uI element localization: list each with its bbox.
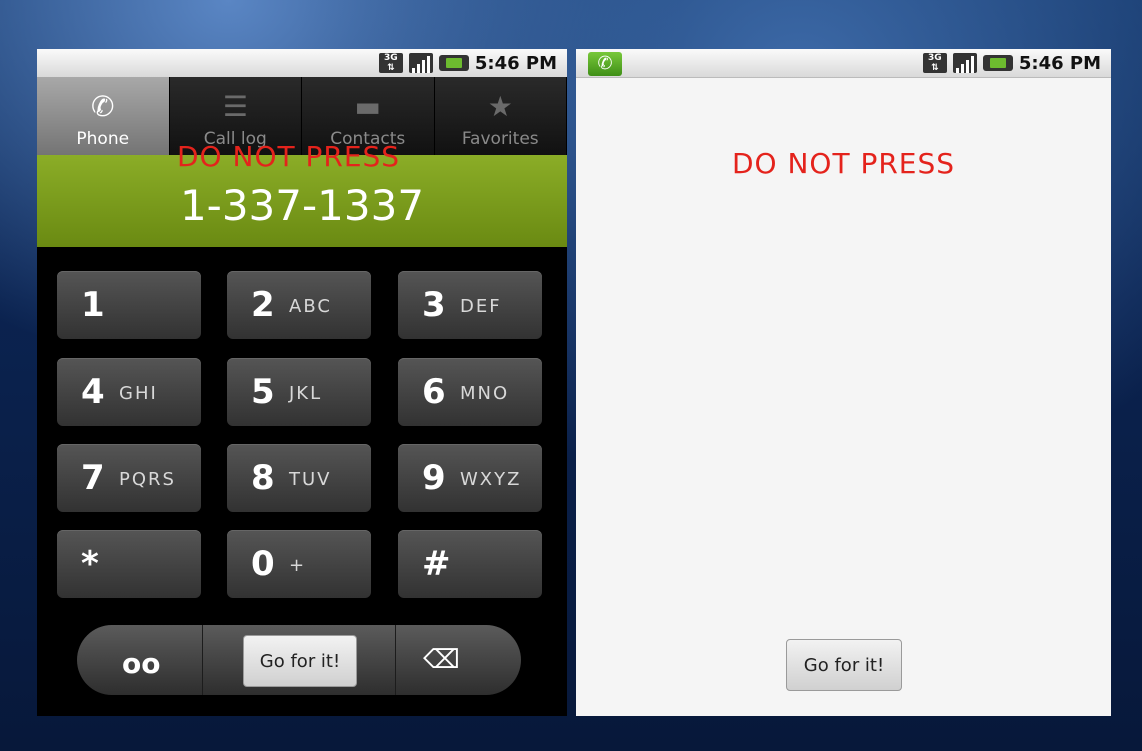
- call-in-progress-icon: ✆: [588, 52, 622, 76]
- battery-icon: [438, 55, 469, 71]
- phone-icon: ✆: [91, 90, 115, 123]
- divider: [395, 625, 396, 695]
- signal-icon: [408, 53, 433, 73]
- status-time: 5:46 PM: [474, 52, 557, 74]
- go-for-it-button[interactable]: Go for it!: [243, 635, 357, 687]
- warning-text: DO NOT PRESS: [177, 140, 401, 173]
- voicemail-icon[interactable]: oo: [122, 647, 160, 680]
- key-2[interactable]: 2 ABC: [227, 271, 371, 339]
- key-1[interactable]: 1: [57, 271, 201, 339]
- divider: [202, 625, 203, 695]
- key-star[interactable]: *: [57, 530, 201, 598]
- dialer-screen: 3G ⇅ 5:46 PM ✆ Phone ☰ Call log ▬ Contact…: [37, 49, 567, 716]
- key-5[interactable]: 5 JKL: [227, 358, 371, 426]
- call-log-icon: ☰: [222, 90, 248, 123]
- tab-phone[interactable]: ✆ Phone: [37, 77, 170, 155]
- dialed-number: 1-337-1337: [179, 181, 425, 230]
- signal-icon: [952, 53, 977, 73]
- network-3g-icon: 3G ⇅: [922, 53, 947, 73]
- key-7[interactable]: 7 PQRS: [57, 444, 201, 512]
- key-hash[interactable]: #: [398, 530, 542, 598]
- tab-favorites[interactable]: ★ Favorites: [435, 77, 567, 155]
- key-4[interactable]: 4 GHI: [57, 358, 201, 426]
- star-icon: ★: [487, 90, 513, 123]
- tab-label: Phone: [76, 129, 130, 149]
- status-bar: 3G ⇅ 5:46 PM: [37, 49, 567, 78]
- go-for-it-button[interactable]: Go for it!: [786, 639, 902, 691]
- tab-label: Favorites: [461, 129, 539, 149]
- status-bar: ✆ 3G ⇅ 5:46 PM: [576, 49, 1111, 78]
- status-time: 5:46 PM: [1018, 52, 1101, 74]
- contacts-icon: ▬: [354, 90, 381, 123]
- key-8[interactable]: 8 TUV: [227, 444, 371, 512]
- backspace-icon[interactable]: ⌫: [423, 645, 460, 675]
- dialer-action-bar: oo Go for it! ⌫: [77, 625, 521, 695]
- key-6[interactable]: 6 MNO: [398, 358, 542, 426]
- warning-text: DO NOT PRESS: [731, 147, 956, 180]
- key-3[interactable]: 3 DEF: [398, 271, 542, 339]
- battery-icon: [982, 55, 1013, 71]
- key-0[interactable]: 0 +: [227, 530, 371, 598]
- key-9[interactable]: 9 WXYZ: [398, 444, 542, 512]
- app-screen: ✆ 3G ⇅ 5:46 PM DO NOT PRESS Go for it!: [576, 49, 1111, 716]
- network-3g-icon: 3G ⇅: [378, 53, 403, 73]
